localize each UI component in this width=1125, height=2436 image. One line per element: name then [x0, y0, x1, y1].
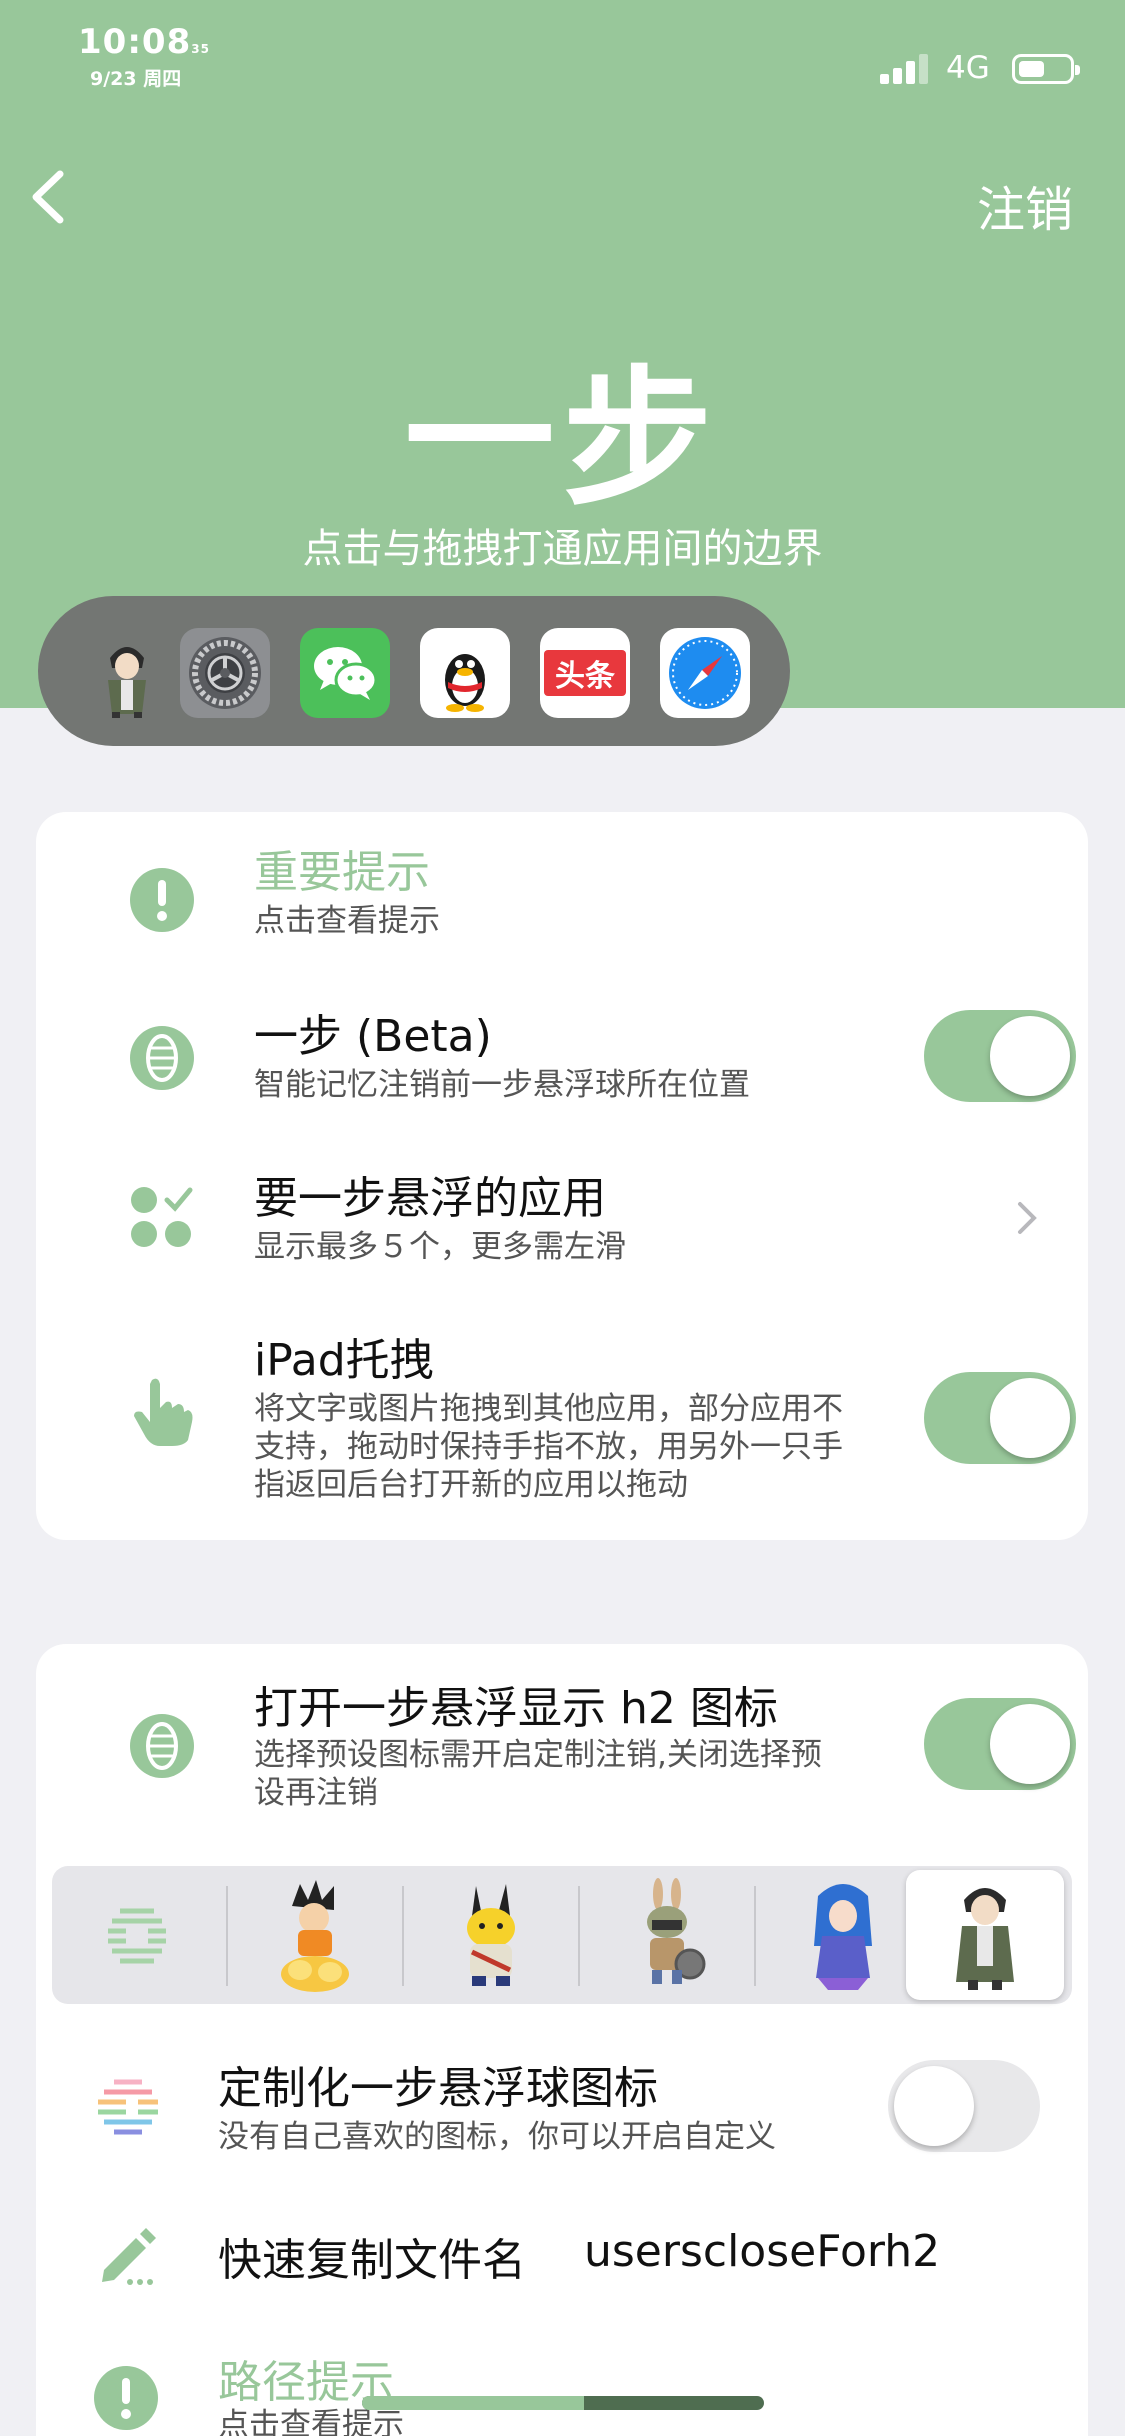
preset-striped-ball[interactable]: [52, 1866, 222, 2004]
h2-subtitle-line1: 选择预设图标需开启定制注销,关闭选择预: [254, 1737, 822, 1773]
avatar-app-icon[interactable]: [82, 628, 172, 718]
pikachu-sticker: [467, 1884, 515, 1986]
path-notice-subtitle: 点击查看提示: [218, 2407, 404, 2436]
ipad-drag-title: iPad托拽: [254, 1335, 434, 1386]
hand-pointer-icon: [134, 1378, 193, 1446]
preset-icon-picker: [52, 1866, 1072, 2004]
toutiao-app-icon[interactable]: 头条: [540, 628, 630, 718]
exclamation-icon: [130, 868, 194, 932]
custom-icon-toggle[interactable]: [888, 2060, 1040, 2152]
chevron-left-icon: [32, 170, 64, 224]
rainbow-ball-icon: [98, 2079, 158, 2135]
logout-button[interactable]: 注销: [977, 170, 1073, 240]
preset-pikachu[interactable]: [406, 1866, 576, 2004]
ipad-drag-subtitle-line1: 将文字或图片拖拽到其他应用，部分应用不: [254, 1391, 843, 1427]
custom-icon-subtitle: 没有自己喜欢的图标，你可以开启自定义: [218, 2119, 776, 2155]
settings-app-icon[interactable]: [180, 628, 270, 718]
wechat-app-icon[interactable]: [300, 628, 390, 718]
app-dock: 头条: [38, 596, 790, 746]
status-date: 9/23 周四: [90, 68, 182, 90]
status-time: 10:0835: [78, 22, 210, 62]
page-title: 一步: [404, 353, 721, 527]
floating-ball-icon: [130, 1026, 194, 1090]
status-seconds: 35: [191, 42, 210, 56]
beta-toggle[interactable]: [924, 1010, 1076, 1102]
notice-subtitle: 点击查看提示: [254, 903, 440, 939]
custom-icon-title: 定制化一步悬浮球图标: [218, 2063, 658, 2114]
exclamation-icon: [94, 2366, 158, 2430]
h2-title: 打开一步悬浮显示 h2 图标: [254, 1683, 778, 1734]
copy-filename-title: 快速复制文件名: [218, 2235, 526, 2286]
goku-sticker: [281, 1880, 349, 1992]
settings-card-icons: 打开一步悬浮显示 h2 图标 选择预设图标需开启定制注销,关闭选择预 设再注销: [36, 1644, 1088, 2436]
home-indicator[interactable]: [362, 2396, 764, 2410]
ipad-drag-subtitle-line2: 支持，拖动时保持手指不放，用另外一只手: [254, 1429, 843, 1465]
ipad-drag-toggle[interactable]: [924, 1372, 1076, 1464]
notice-title: 重要提示: [254, 847, 430, 898]
qq-app-icon[interactable]: [420, 628, 510, 718]
page-subtitle: 点击与拖拽打通应用间的边界: [302, 526, 823, 572]
preset-blue-hair-girl[interactable]: [758, 1866, 928, 2004]
beta-title: 一步 (Beta): [254, 1011, 492, 1062]
chevron-right-icon: [1018, 1202, 1037, 1234]
striped-ball-icon: [108, 1908, 166, 1964]
signal-icon: [880, 54, 930, 84]
settings-card-main: 重要提示 点击查看提示 一步 (Beta) 智能记忆注销前一步悬浮球所在位置 要…: [36, 812, 1088, 1540]
apps-check-icon: [131, 1187, 193, 1247]
floating-apps-title: 要一步悬浮的应用: [254, 1173, 606, 1224]
network-type: 4G: [946, 50, 990, 86]
safari-app-icon[interactable]: [660, 628, 750, 718]
toutiao-label: 头条: [555, 659, 615, 694]
floating-apps-subtitle: 显示最多５个，更多需左滑: [254, 1229, 626, 1265]
beta-subtitle: 智能记忆注销前一步悬浮球所在位置: [254, 1067, 750, 1103]
battery-icon: [1012, 54, 1080, 84]
bunny-soldier-sticker: [647, 1878, 706, 1984]
h2-toggle[interactable]: [924, 1698, 1076, 1790]
ipad-drag-subtitle-line3: 指返回后台打开新的应用以拖动: [254, 1467, 688, 1503]
copy-filename-value: userscloseForh2: [584, 2226, 941, 2277]
floating-ball-icon: [130, 1714, 194, 1778]
preset-soldier-avatar[interactable]: [906, 1870, 1064, 2000]
preset-bunny-soldier[interactable]: [582, 1866, 752, 2004]
blue-hair-girl-sticker: [814, 1884, 872, 1990]
pencil-edit-icon: [102, 2228, 156, 2285]
preset-goku[interactable]: [230, 1866, 400, 2004]
back-button[interactable]: [20, 162, 80, 232]
h2-subtitle-line2: 设再注销: [254, 1775, 378, 1811]
soldier-avatar-sticker: [956, 1888, 1014, 1990]
